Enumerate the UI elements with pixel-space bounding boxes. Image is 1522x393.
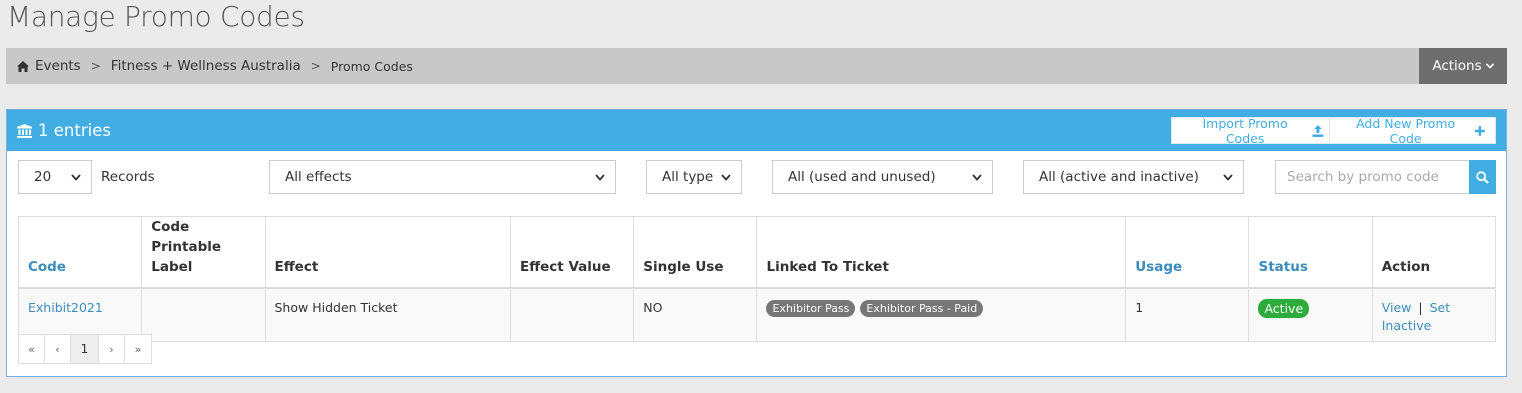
table-row: Exhibit2021 Show Hidden Ticket NO Exhibi…: [17, 287, 1497, 342]
action-separator: |: [1418, 300, 1423, 315]
table-header-row: Code Code Printable Label Effect Effect …: [17, 216, 1497, 289]
ticket-badge: Exhibitor Pass: [766, 300, 856, 317]
ticket-badge: Exhibitor Pass - Paid: [860, 300, 984, 317]
pagination-page-1[interactable]: 1: [71, 335, 99, 363]
promo-codes-table: Code Code Printable Label Effect Effect …: [17, 216, 1497, 342]
records-per-page-select[interactable]: 20: [18, 160, 92, 194]
search-button[interactable]: [1469, 160, 1496, 194]
breadcrumb-events[interactable]: Events: [35, 58, 81, 74]
promo-codes-panel: 1 entries Import Promo Codes Add New Pro…: [6, 109, 1507, 377]
breadcrumb-separator: >: [310, 59, 321, 73]
upload-icon: [1312, 124, 1324, 137]
breadcrumb-current: Promo Codes: [330, 58, 413, 74]
header-printable-label: Code Printable Label: [141, 216, 266, 289]
chevron-down-icon: [71, 173, 81, 181]
pagination-last[interactable]: »: [125, 335, 151, 363]
header-usage[interactable]: Usage: [1125, 216, 1250, 289]
header-status[interactable]: Status: [1248, 216, 1373, 289]
records-label: Records: [101, 169, 155, 185]
panel-header: 1 entries Import Promo Codes Add New Pro…: [7, 110, 1506, 151]
header-action: Action: [1371, 216, 1497, 289]
usage-filter-value: All (used and unused): [788, 169, 936, 185]
status-badge: Active: [1258, 299, 1310, 318]
breadcrumb-separator: >: [90, 59, 101, 73]
status-filter-value: All (active and inactive): [1039, 169, 1199, 185]
printable-label-cell: [141, 287, 266, 342]
import-label: Import Promo Codes: [1202, 115, 1288, 146]
add-new-label: Add New Promo Code: [1356, 115, 1456, 146]
plus-icon: [1475, 125, 1485, 136]
single-use-cell: NO: [633, 287, 758, 342]
import-promo-codes-button[interactable]: Import Promo Codes: [1171, 115, 1335, 146]
entries-count: 1 entries: [38, 121, 111, 140]
promo-code-link[interactable]: Exhibit2021: [28, 300, 103, 315]
home-icon: [17, 60, 29, 72]
action-cell: View | Set Inactive: [1371, 287, 1497, 342]
header-single-use: Single Use: [633, 216, 758, 289]
search-icon: [1476, 170, 1489, 184]
actions-button[interactable]: Actions: [1419, 48, 1507, 84]
type-filter-value: All type: [662, 169, 714, 185]
chevron-down-icon: [721, 173, 731, 181]
search-input[interactable]: [1275, 160, 1469, 194]
linked-ticket-cell: Exhibitor Pass Exhibitor Pass - Paid: [756, 287, 1127, 342]
effect-filter-value: All effects: [285, 169, 352, 185]
status-cell: Active: [1248, 287, 1373, 342]
page-title: Manage Promo Codes: [7, 0, 305, 33]
breadcrumb-event-name[interactable]: Fitness + Wellness Australia: [111, 58, 301, 74]
usage-cell: 1: [1125, 287, 1250, 342]
chevron-down-icon: [1485, 63, 1494, 69]
chevron-down-icon: [595, 173, 605, 181]
records-per-page-value: 20: [34, 169, 52, 185]
usage-filter-select[interactable]: All (used and unused): [772, 160, 993, 194]
view-link[interactable]: View: [1382, 300, 1412, 315]
pagination-prev[interactable]: ‹: [45, 335, 71, 363]
type-filter-select[interactable]: All type: [646, 160, 742, 194]
effect-value-cell: [509, 287, 635, 342]
chevron-down-icon: [1223, 173, 1233, 181]
effect-cell: Show Hidden Ticket: [264, 287, 511, 342]
chevron-down-icon: [972, 173, 982, 181]
filters-bar: 20 Records All effects All type All (use…: [7, 160, 1506, 196]
pagination-first[interactable]: «: [19, 335, 45, 363]
pagination-next[interactable]: ›: [99, 335, 125, 363]
header-effect: Effect: [264, 216, 511, 289]
header-code[interactable]: Code: [17, 216, 143, 289]
status-filter-select[interactable]: All (active and inactive): [1023, 160, 1244, 194]
add-new-promo-code-button[interactable]: Add New Promo Code: [1329, 115, 1496, 146]
actions-label: Actions: [1432, 58, 1482, 74]
search-group: [1275, 160, 1496, 194]
header-linked-ticket: Linked To Ticket: [756, 216, 1127, 289]
header-effect-value: Effect Value: [509, 216, 635, 289]
breadcrumb: Events > Fitness + Wellness Australia > …: [6, 48, 1507, 84]
institution-icon: [17, 123, 32, 138]
effect-filter-select[interactable]: All effects: [269, 160, 616, 194]
pagination: « ‹ 1 › »: [18, 334, 152, 364]
